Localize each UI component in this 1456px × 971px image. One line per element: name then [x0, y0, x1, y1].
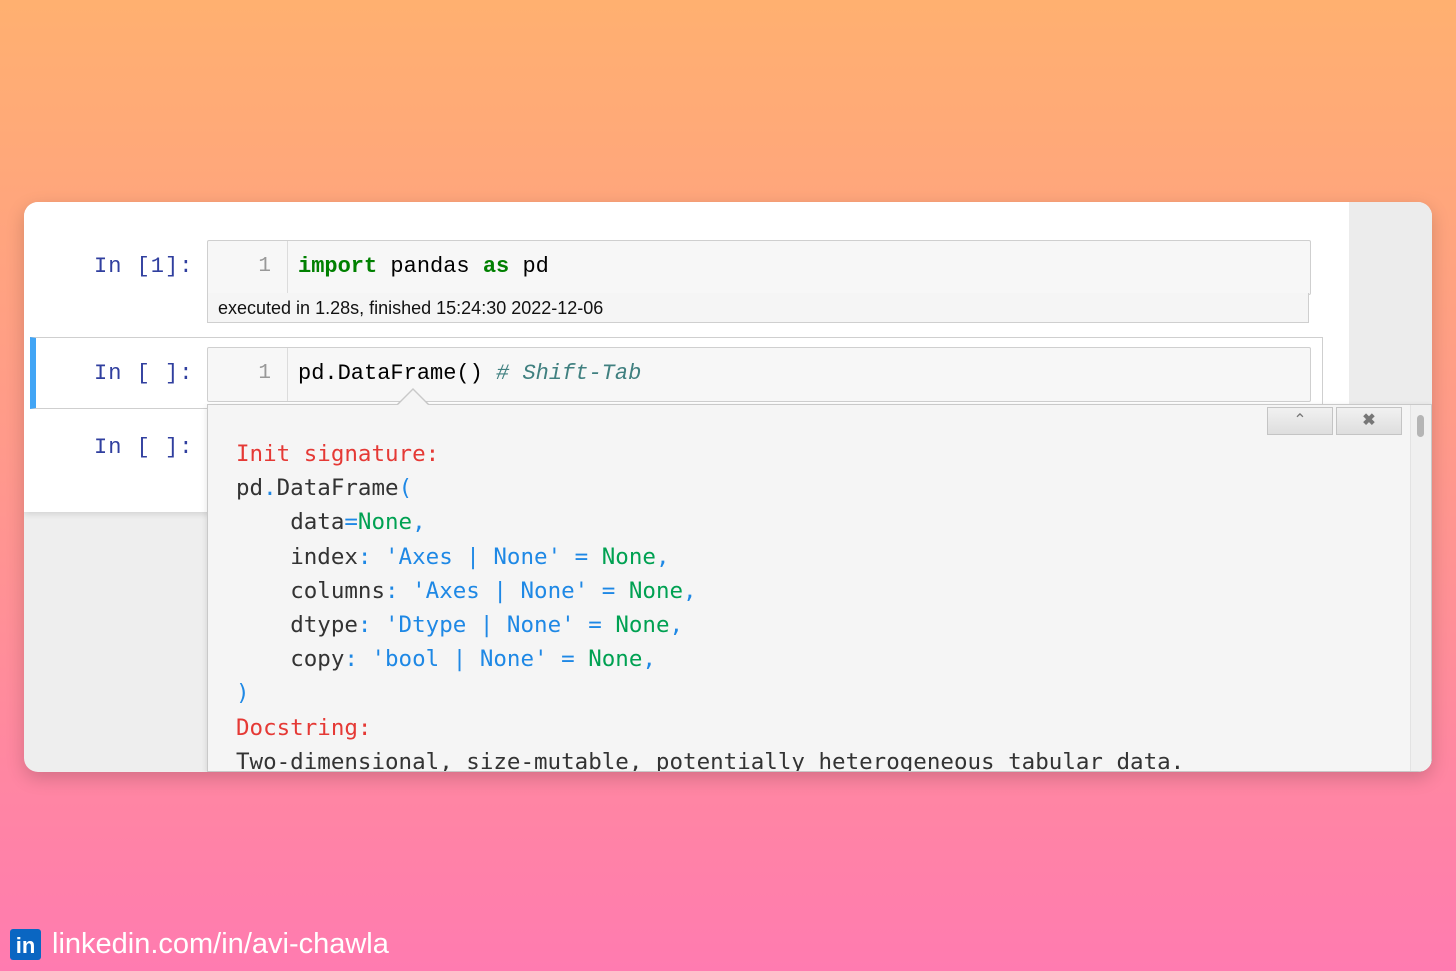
- footer: in linkedin.com/in/avi-chawla: [10, 928, 389, 960]
- signature-object: pd: [236, 475, 264, 502]
- line-number: 1: [208, 241, 288, 294]
- param-name: dtype: [290, 612, 358, 639]
- param-annotation: 'Axes | None': [385, 543, 562, 570]
- param-annotation: 'Dtype | None': [385, 612, 575, 639]
- notebook-window: In [1]: 1 import pandas as pd executed i…: [24, 202, 1432, 772]
- tooltip-content: Init signature: pd.DataFrame( data=None,…: [236, 437, 1185, 772]
- chevron-up-icon: ⌃: [1293, 412, 1307, 429]
- cell-2-code[interactable]: pd.DataFrame() # Shift-Tab: [298, 348, 641, 399]
- keyword-import: import: [298, 254, 378, 279]
- param-default: None: [588, 646, 643, 673]
- tooltip-pointer-fill: [397, 390, 429, 406]
- param-annotation: 'bool | None': [371, 646, 548, 673]
- alias-name: pd: [509, 254, 549, 279]
- param-name: columns: [290, 577, 386, 604]
- signature-tooltip: ⌃ ✖ Init signature: pd.DataFrame( data=N…: [207, 404, 1432, 772]
- param-name: copy: [290, 646, 345, 673]
- code-text: pd.DataFrame(): [298, 361, 497, 386]
- param-sep: =: [344, 509, 358, 536]
- param-annotation: 'Axes | None': [412, 577, 589, 604]
- cell-2-prompt: In [ ]:: [94, 361, 194, 386]
- code-comment: # Shift-Tab: [496, 361, 642, 386]
- linkedin-icon: in: [10, 928, 41, 960]
- param-sep: :: [385, 577, 413, 604]
- param-default: None: [615, 612, 670, 639]
- signature-close-paren: ): [236, 680, 250, 707]
- signature-open-paren: (: [398, 475, 413, 502]
- keyword-as: as: [482, 254, 510, 279]
- docstring-heading: Docstring:: [236, 714, 372, 741]
- param-default: None: [628, 577, 684, 604]
- docstring-text: Two-dimensional, size-mutable, potential…: [236, 748, 1185, 772]
- signature-name: DataFrame: [276, 475, 399, 502]
- linkedin-url[interactable]: linkedin.com/in/avi-chawla: [52, 928, 389, 961]
- param-sep: :: [357, 543, 386, 570]
- cell-1-prompt: In [1]:: [94, 254, 194, 279]
- param-name: index: [290, 543, 358, 570]
- cell-1-code[interactable]: import pandas as pd: [298, 241, 549, 292]
- tooltip-scrollbar[interactable]: [1410, 405, 1431, 771]
- cell-2-input[interactable]: 1 pd.DataFrame() # Shift-Tab: [207, 347, 1311, 402]
- cell-1-input[interactable]: 1 import pandas as pd: [207, 240, 1311, 295]
- signature-dot: .: [263, 475, 277, 502]
- tooltip-expand-button[interactable]: ⌃: [1267, 407, 1333, 435]
- param-default: None: [601, 543, 656, 570]
- module-name: pandas: [377, 254, 483, 279]
- close-icon: ✖: [1362, 412, 1376, 429]
- tooltip-close-button[interactable]: ✖: [1336, 407, 1402, 435]
- scrollbar-thumb[interactable]: [1417, 415, 1424, 437]
- param-default: None: [357, 509, 413, 536]
- param-name: data: [290, 509, 345, 536]
- execution-info: executed in 1.28s, finished 15:24:30 202…: [207, 293, 1309, 323]
- init-signature-heading: Init signature:: [236, 441, 440, 467]
- param-sep: :: [357, 612, 386, 639]
- param-sep: :: [344, 646, 372, 673]
- cell-3-prompt: In [ ]:: [94, 435, 194, 460]
- line-number: 1: [208, 348, 288, 401]
